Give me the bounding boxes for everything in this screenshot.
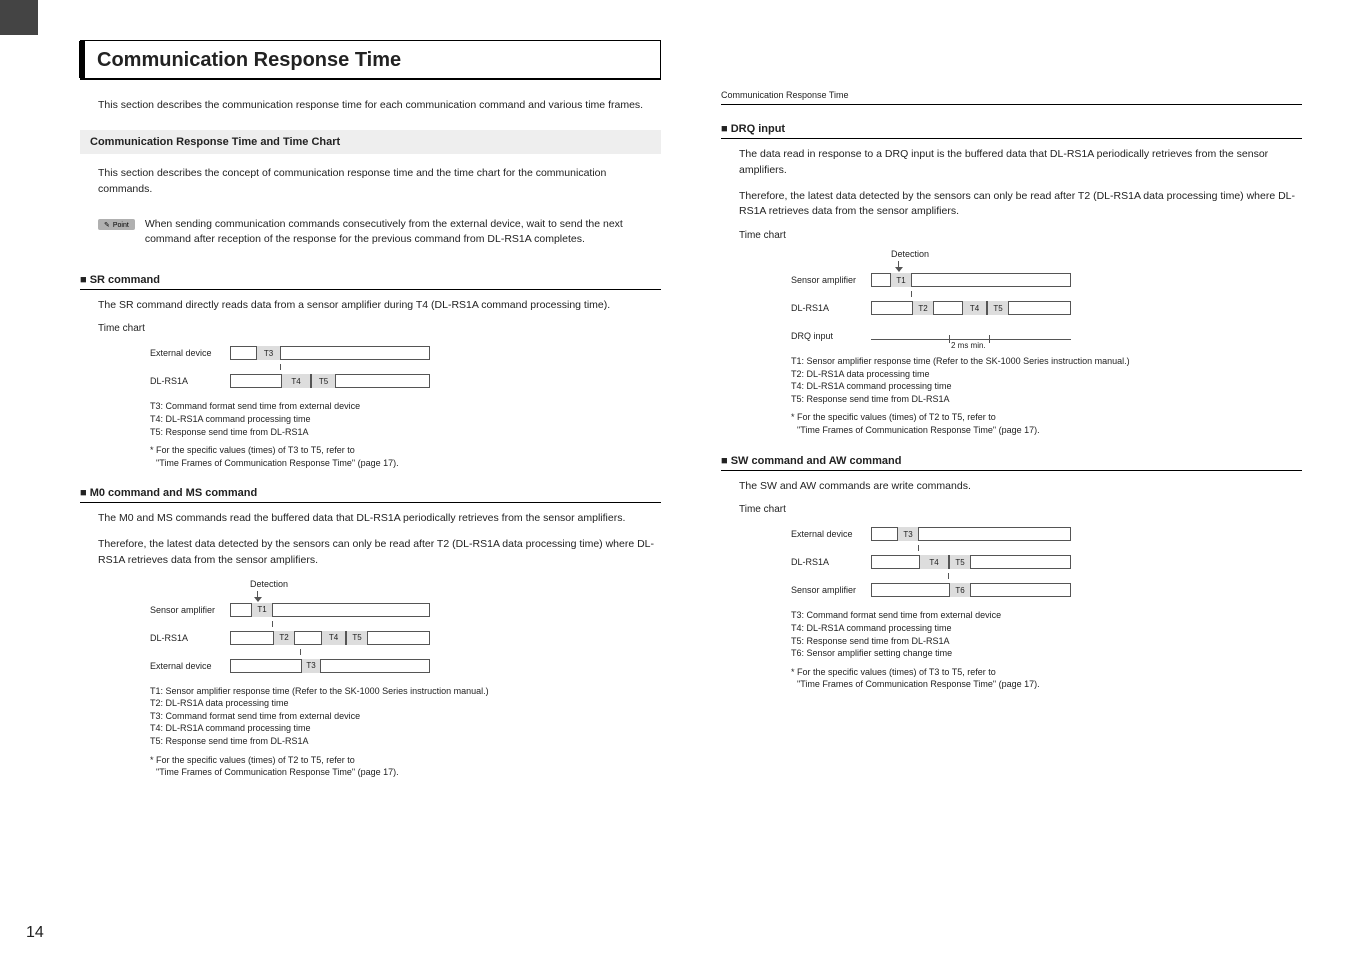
m0-footnote: * For the specific values (times) of T2 …: [80, 754, 661, 779]
sw-footnote: * For the specific values (times) of T3 …: [721, 666, 1302, 691]
footnote-line: "Time Frames of Communication Response T…: [791, 678, 1302, 691]
footnote-line: * For the specific values (times) of T3 …: [150, 444, 661, 457]
sw-para: The SW and AW commands are write command…: [721, 479, 1302, 495]
seg-t3: T3: [301, 659, 321, 673]
seg-t5: T5: [987, 301, 1009, 315]
seg-t1: T1: [890, 273, 912, 287]
seg-t6: T6: [949, 583, 971, 597]
drq-row3-label: DRQ input: [791, 331, 871, 341]
drq-para2: Therefore, the latest data detected by t…: [721, 189, 1302, 221]
m0-legend: T1: Sensor amplifier response time (Refe…: [80, 685, 661, 748]
legend-line: T2: DL-RS1A data processing time: [150, 697, 661, 710]
drq-input-line: 2 ms min.: [871, 339, 1071, 340]
legend-line: T1: Sensor amplifier response time (Refe…: [791, 355, 1302, 368]
footnote-line: * For the specific values (times) of T2 …: [150, 754, 661, 767]
sw-timechart-label: Time chart: [721, 504, 1302, 515]
seg-t5: T5: [346, 631, 368, 645]
detection-label: Detection: [871, 249, 1302, 259]
point-callout: Point When sending communication command…: [98, 213, 661, 251]
drq-min-label: 2 ms min.: [951, 341, 986, 350]
detection-arrow-icon: [255, 591, 265, 599]
sr-heading: ■ SR command: [80, 274, 661, 290]
drq-timechart-label: Time chart: [721, 230, 1302, 241]
seg-t4: T4: [281, 374, 311, 388]
footnote-line: * For the specific values (times) of T2 …: [791, 411, 1302, 424]
legend-line: T5: Response send time from DL-RS1A: [150, 735, 661, 748]
m0-heading: ■ M0 command and MS command: [80, 487, 661, 503]
legend-line: T5: Response send time from DL-RS1A: [150, 426, 661, 439]
seg-t1: T1: [251, 603, 273, 617]
legend-line: T4: DL-RS1A command processing time: [150, 722, 661, 735]
seg-t4: T4: [919, 555, 949, 569]
detection-arrow-icon: [896, 261, 906, 269]
chapter-intro: This section describes the communication…: [80, 98, 661, 114]
m0-row3-label: External device: [150, 661, 230, 671]
m0-row1-label: Sensor amplifier: [150, 605, 230, 615]
sr-chart: External device T3 DL-RS1A T4 T5: [80, 342, 661, 392]
m0-para1: The M0 and MS commands read the buffered…: [80, 511, 661, 527]
sr-legend: T3: Command format send time from extern…: [80, 400, 661, 438]
chapter-title: Communication Response Time: [97, 49, 648, 72]
m0-row2-label: DL-RS1A: [150, 633, 230, 643]
sr-footnote: * For the specific values (times) of T3 …: [80, 444, 661, 469]
point-tag: Point: [98, 219, 135, 230]
divider: [721, 104, 1302, 105]
m0-chart: Detection Sensor amplifier T1 DL-RS1A T2…: [80, 579, 661, 677]
drq-footnote: * For the specific values (times) of T2 …: [721, 411, 1302, 436]
sr-para: The SR command directly reads data from …: [80, 298, 661, 314]
seg-t5: T5: [949, 555, 971, 569]
m0-para2: Therefore, the latest data detected by t…: [80, 537, 661, 569]
footnote-line: * For the specific values (times) of T3 …: [791, 666, 1302, 679]
seg-t4: T4: [962, 301, 987, 315]
running-head: Communication Response Time: [721, 90, 1302, 100]
sw-row1-label: External device: [791, 529, 871, 539]
right-page: Communication Response Time ■ DRQ input …: [721, 40, 1302, 934]
seg-t5: T5: [311, 374, 336, 388]
legend-line: T4: DL-RS1A command processing time: [150, 413, 661, 426]
drq-row2-label: DL-RS1A: [791, 303, 871, 313]
legend-line: T3: Command format send time from extern…: [150, 710, 661, 723]
legend-line: T1: Sensor amplifier response time (Refe…: [150, 685, 661, 698]
drq-heading: ■ DRQ input: [721, 123, 1302, 139]
drq-para1: The data read in response to a DRQ input…: [721, 147, 1302, 179]
drq-chart: Detection Sensor amplifier T1 DL-RS1A T2…: [721, 249, 1302, 347]
sw-row2-label: DL-RS1A: [791, 557, 871, 567]
sr-timechart-label: Time chart: [80, 323, 661, 334]
footnote-line: "Time Frames of Communication Response T…: [791, 424, 1302, 437]
left-page: Communication Response Time This section…: [40, 40, 661, 934]
detection-label: Detection: [230, 579, 661, 589]
drq-row1-label: Sensor amplifier: [791, 275, 871, 285]
section-heading: Communication Response Time and Time Cha…: [80, 130, 661, 154]
seg-t3: T3: [897, 527, 919, 541]
sw-heading: ■ SW command and AW command: [721, 455, 1302, 471]
chapter-heading: Communication Response Time: [80, 40, 661, 80]
edge-tab: [0, 0, 38, 35]
legend-line: T4: DL-RS1A command processing time: [791, 380, 1302, 393]
legend-line: T2: DL-RS1A data processing time: [791, 368, 1302, 381]
seg-t3: T3: [256, 346, 281, 360]
sr-row2-label: DL-RS1A: [150, 376, 230, 386]
page-number: 14: [26, 924, 44, 942]
point-text: When sending communication commands cons…: [145, 217, 661, 247]
section-para: This section describes the concept of co…: [80, 166, 661, 198]
legend-line: T3: Command format send time from extern…: [150, 400, 661, 413]
legend-line: T6: Sensor amplifier setting change time: [791, 647, 1302, 660]
seg-t2: T2: [912, 301, 934, 315]
drq-legend: T1: Sensor amplifier response time (Refe…: [721, 355, 1302, 405]
seg-t4: T4: [321, 631, 346, 645]
legend-line: T3: Command format send time from extern…: [791, 609, 1302, 622]
sw-row3-label: Sensor amplifier: [791, 585, 871, 595]
footnote-line: "Time Frames of Communication Response T…: [150, 766, 661, 779]
seg-t2: T2: [273, 631, 295, 645]
legend-line: T5: Response send time from DL-RS1A: [791, 393, 1302, 406]
sr-row1-label: External device: [150, 348, 230, 358]
sw-chart: External device T3 DL-RS1A T4 T5 Sensor …: [721, 523, 1302, 601]
legend-line: T4: DL-RS1A command processing time: [791, 622, 1302, 635]
legend-line: T5: Response send time from DL-RS1A: [791, 635, 1302, 648]
sw-legend: T3: Command format send time from extern…: [721, 609, 1302, 659]
footnote-line: "Time Frames of Communication Response T…: [150, 457, 661, 470]
